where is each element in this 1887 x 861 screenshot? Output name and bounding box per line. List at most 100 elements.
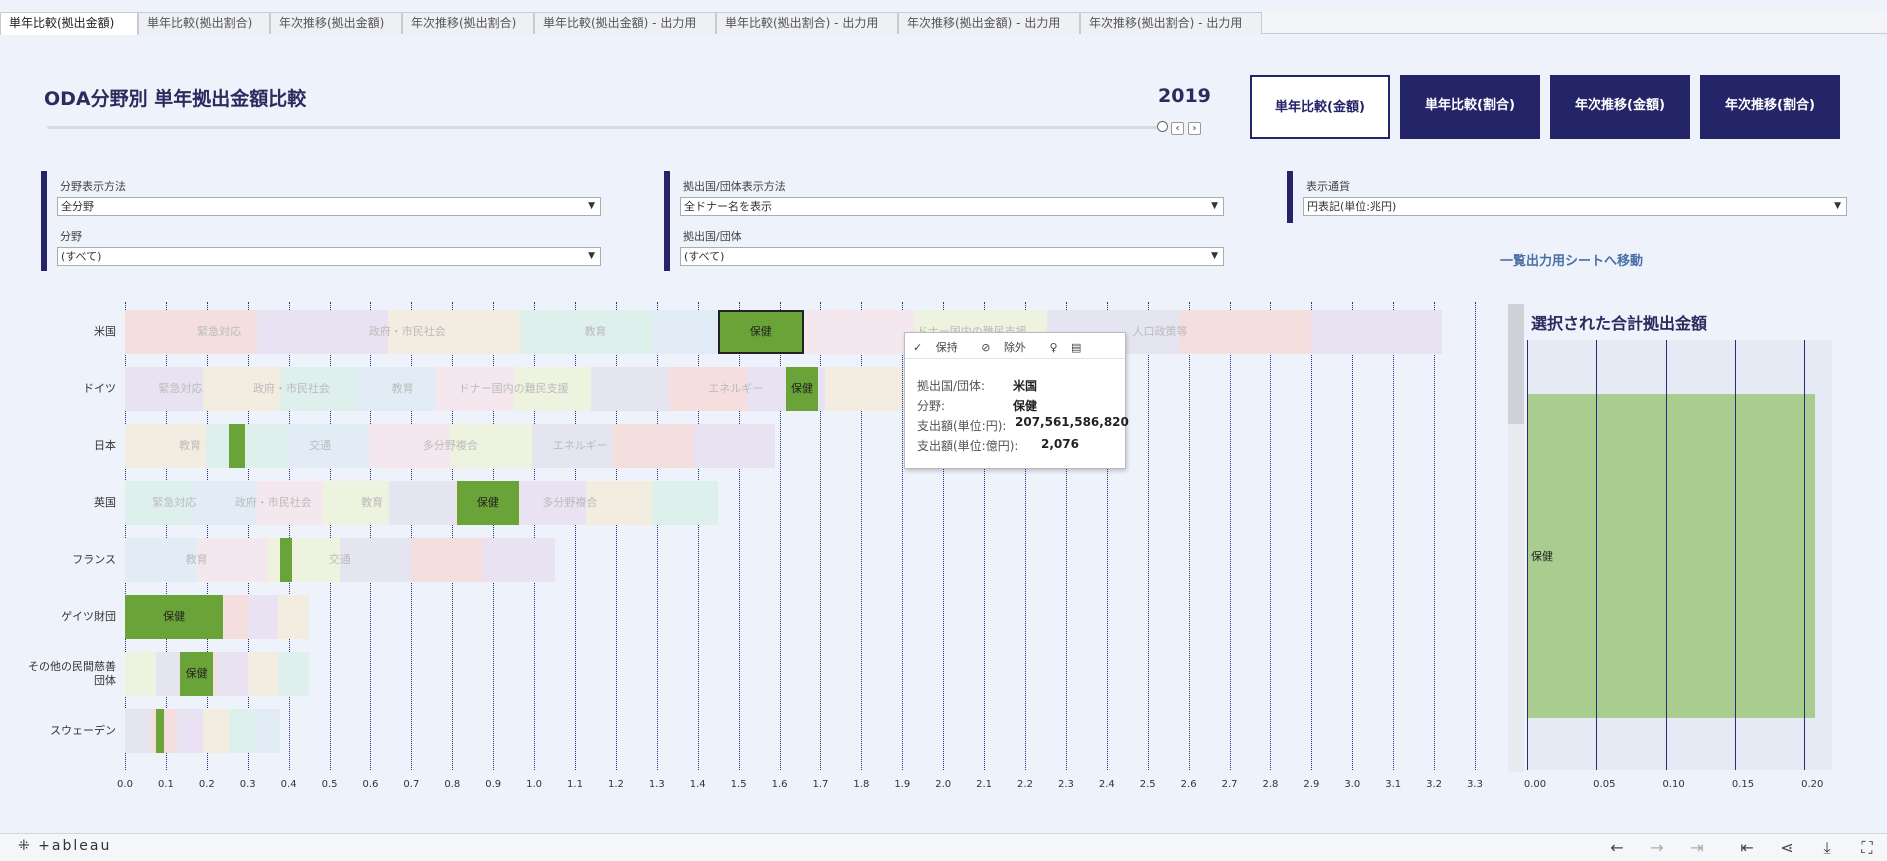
donor-select[interactable]: (すべて) ▼ [680,247,1224,266]
goto-list-sheet-link[interactable]: 一覧出力用シートへ移動 [1500,250,1643,269]
highlight-bar-segment[interactable]: 保健 [457,481,519,525]
nav-trend-amount-button[interactable]: 年次推移(金額) [1550,75,1690,139]
nav-single-year-amount-button[interactable]: 単年比較(金額) [1250,75,1390,139]
fullscreen-icon[interactable]: ⛶ [1856,838,1878,858]
x-tick-label: 2.2 [1017,779,1033,790]
gridline [1434,302,1436,770]
bar-segment[interactable] [278,652,310,696]
right-gridline [1665,340,1667,770]
bar-segment[interactable] [247,595,279,639]
right-gridline [1734,340,1736,770]
view-data-icon[interactable]: ▤ [1071,341,1081,354]
sheet-tab[interactable]: 年次推移(拠出割合) - 出力用 [1080,12,1262,34]
group-icon[interactable]: ♀ [1049,341,1057,354]
bar-segment[interactable] [1310,310,1443,354]
prev-year-button[interactable]: ‹ [1171,122,1184,135]
bar-segment[interactable] [278,595,310,639]
segment-label: ドナー国内の難民支援 [458,382,569,395]
reset-icon[interactable]: ⇤ [1736,838,1758,857]
sheet-tab[interactable]: 単年比較(拠出金額) - 出力用 [534,12,716,34]
share-icon[interactable]: ⋖ [1776,838,1798,857]
next-year-button[interactable]: › [1188,122,1201,135]
right-x-tick-label: 0.15 [1731,779,1755,790]
right-chart-bar[interactable] [1527,394,1815,718]
currency-select[interactable]: 円表記(単位:兆円) ▼ [1303,197,1847,216]
tooltip-oku-label: 支出額(単位:億円): [917,439,1019,453]
currency-label: 表示通貨 [1306,180,1350,193]
row-label: ゲイツ財団 [61,610,116,623]
bar-segment[interactable] [591,367,670,411]
tableau-logo: ⁜ +ableau [18,838,112,854]
right-gridline [1527,340,1528,770]
row-label: フランス [72,553,116,566]
keep-action[interactable]: ✓ 保持 [913,341,968,354]
sheet-tab[interactable]: 年次推移(拠出金額) - 出力用 [898,12,1080,34]
bar-segment[interactable] [824,367,903,411]
sheet-tab[interactable]: 年次推移(拠出金額) [270,12,402,34]
year-slider-handle[interactable] [1157,121,1168,132]
bar-segment[interactable] [228,709,255,753]
highlight-bar-segment[interactable]: 保健 [717,310,804,354]
bar-segment[interactable] [176,709,203,753]
x-tick-label: 3.2 [1426,779,1443,790]
chevron-down-icon: ▼ [1834,201,1841,211]
exclude-action[interactable]: ⊘ 除外 [981,341,1036,354]
x-tick-label: 1.0 [526,779,543,790]
year-slider-track[interactable] [47,126,1159,129]
nav-trend-ratio-button[interactable]: 年次推移(割合) [1700,75,1840,139]
bar-segment[interactable] [125,709,151,753]
bar-segment[interactable] [652,481,719,525]
sheet-tab[interactable]: 単年比較(拠出割合) [138,12,270,34]
gridline [1147,302,1149,770]
highlight-bar-segment[interactable]: 保健 [180,652,213,696]
right-chart-title: 選択された合計拠出金額 [1531,314,1708,333]
highlight-bar-segment[interactable] [156,709,165,753]
field-display-select[interactable]: 全分野 ▼ [57,197,601,216]
bar-segment[interactable] [411,538,483,582]
tooltip-yen-label: 支出額(単位:円): [917,419,1007,433]
sheet-tab[interactable]: 単年比較(拠出金額) [0,12,138,35]
bar-segment[interactable] [247,652,279,696]
download-icon[interactable]: ⤓ [1816,838,1838,858]
x-tick-label: 2.4 [1098,779,1115,790]
segment-label: 教育 [185,553,208,566]
bar-segment[interactable] [202,709,229,753]
field-display-label: 分野表示方法 [60,180,126,193]
sheet-tab[interactable]: 年次推移(拠出割合) [402,12,534,34]
donor-display-label: 拠出国/団体表示方法 [683,180,786,193]
x-tick-label: 1.3 [648,779,665,790]
field-select[interactable]: (すべて) ▼ [57,247,601,266]
gridline [1270,302,1272,770]
chevron-down-icon: ▼ [1211,251,1218,261]
segment-label: 交通 [309,439,332,452]
highlight-bar-segment[interactable]: 保健 [125,595,224,639]
x-tick-label: 2.6 [1180,779,1197,790]
right-chart-scroll-thumb[interactable] [1508,304,1524,424]
highlight-bar-segment[interactable] [229,424,246,468]
tooltip-donor-label: 拠出国/団体: [917,379,986,393]
bar-segment[interactable] [254,709,281,753]
tableau-footer: ⁜ +ableau ← → ⇥ ⇤ ⋖ ⤓ ⛶ [0,833,1887,861]
highlight-bar-segment[interactable]: 保健 [785,367,819,411]
highlight-bar-segment[interactable] [279,538,292,582]
chevron-down-icon: ▼ [1211,201,1218,211]
check-icon: ✓ [913,341,926,354]
revert-icon[interactable]: ⇥ [1686,838,1708,857]
right-chart-bar-label: 保健 [1531,550,1553,563]
bar-segment[interactable] [217,652,248,696]
bar-segment[interactable] [125,652,156,696]
right-x-tick-label: 0.10 [1662,779,1685,790]
tooltip-donor-value: 米国 [1013,379,1038,393]
tooltip-field-label: 分野: [917,399,946,413]
x-tick-label: 0.8 [444,779,461,790]
redo-icon[interactable]: → [1646,838,1668,857]
sheet-tab[interactable]: 単年比較(拠出割合) - 出力用 [716,12,898,34]
x-tick-label: 2.8 [1262,779,1279,790]
donor-display-select[interactable]: 全ドナー名を表示 ▼ [680,197,1224,216]
segment-label: 教育 [584,325,607,338]
page-title: ODA分野別 単年拠出金額比較 [44,88,307,110]
bar-segment[interactable] [482,538,555,582]
bar-segment[interactable] [694,424,776,468]
nav-single-year-ratio-button[interactable]: 単年比較(割合) [1400,75,1540,139]
undo-icon[interactable]: ← [1606,838,1628,857]
